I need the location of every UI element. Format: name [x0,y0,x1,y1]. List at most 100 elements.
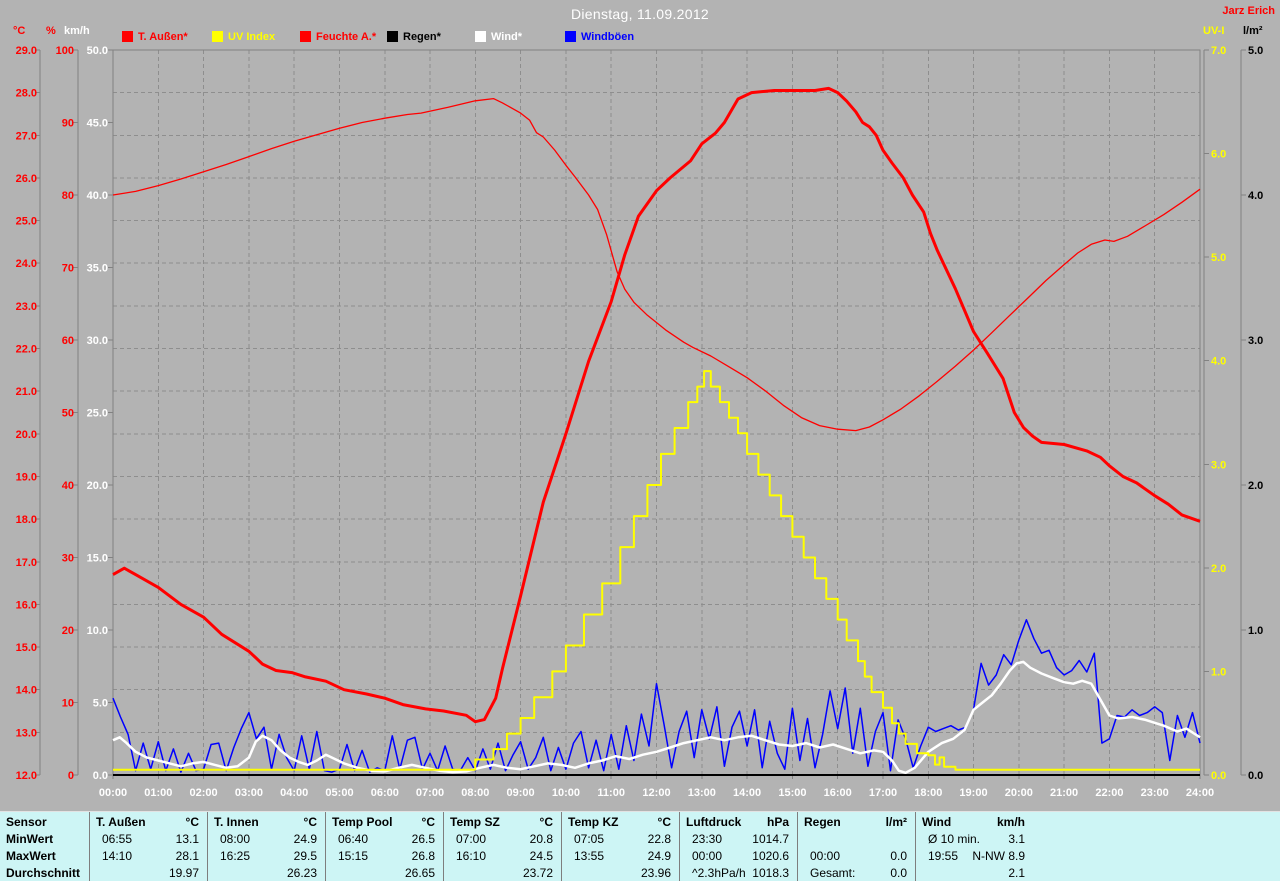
legend-label-feuchte-a: Feuchte A.* [316,31,377,43]
group-unit: °C [185,815,199,829]
svg-text:07:00: 07:00 [416,787,444,799]
legend-swatch-wind [475,31,486,42]
svg-text:21:00: 21:00 [1050,787,1078,799]
svg-text:24:00: 24:00 [1186,787,1214,799]
group-unit: °C [421,815,435,829]
svg-text:25.0: 25.0 [16,216,37,228]
svg-text:20.0: 20.0 [87,480,108,492]
cell-temp-kz-avg: 23.96 [562,865,679,881]
table-group-t-innen: T. Innen °C 08:00 24.9 16:25 29.5 26.23 [207,812,325,881]
svg-text:19.0: 19.0 [16,472,37,484]
legend-item-regen: Regen* [387,31,441,44]
svg-text:03:00: 03:00 [235,787,263,799]
svg-text:20.0: 20.0 [16,429,37,441]
svg-text:30.0: 30.0 [87,335,108,347]
cell-value: 29.5 [293,849,317,863]
svg-text:5.0: 5.0 [93,698,108,710]
axis-unit-rain: l/m² [1243,25,1263,37]
svg-text:3.0: 3.0 [1248,335,1263,347]
y-axis-rain: 5.0 4.0 3.0 2.0 1.0 0.0 [1240,45,1263,782]
svg-text:0.0: 0.0 [1211,770,1226,782]
cell-value: 24.5 [529,849,553,863]
svg-text:08:00: 08:00 [461,787,489,799]
cell-value: 28.1 [175,849,199,863]
svg-text:23.0: 23.0 [16,301,37,313]
legend-label-uv-index: UV Index [228,31,276,43]
cell-value: 22.8 [647,832,671,846]
svg-text:16:00: 16:00 [824,787,852,799]
cell-t-aussen-min: 06:55 13.1 [90,831,207,848]
group-name: Temp KZ [568,815,619,829]
svg-text:16.0: 16.0 [16,599,37,611]
svg-text:45.0: 45.0 [87,118,108,130]
cell-time: 19:55 [928,849,959,863]
stats-table: Sensor MinWert MaxWert Durchschnitt T. Außen… [0,811,1280,881]
cell-t-innen-max: 16:25 29.5 [208,848,325,865]
cell-value: N-NW 8.9 [972,849,1025,863]
legend-item-wind: Wind* [475,31,522,44]
svg-text:17:00: 17:00 [869,787,897,799]
svg-text:17.0: 17.0 [16,557,37,569]
svg-text:100: 100 [56,45,74,57]
axis-unit-uv: UV-I [1203,25,1225,37]
group-unit: l/m² [885,815,907,829]
svg-text:10: 10 [62,698,74,710]
svg-text:26.0: 26.0 [16,173,37,185]
cell-time: 14:10 [102,849,133,863]
cell-value: 13.1 [175,832,199,846]
legend-item-feuchte-a: Feuchte A.* [300,31,376,44]
y-axis-temp: 29.0 28.0 27.0 26.0 25.0 24.0 23.0 22.0 21.0 20.0… [16,45,41,782]
svg-text:01:00: 01:00 [144,787,172,799]
cell-value: 23.72 [522,866,553,880]
cell-luftdruck-max: 00:00 1020.6 [680,848,797,865]
cell-time [568,865,574,881]
svg-text:18.0: 18.0 [16,514,37,526]
svg-text:15:00: 15:00 [778,787,806,799]
svg-text:80: 80 [62,190,74,202]
y-axis-uv: 7.0 6.0 5.0 4.0 3.0 2.0 1.0 0.0 [1203,45,1226,782]
cell-value: 2.1 [1008,866,1025,880]
cell-value: 19.97 [168,866,199,880]
svg-text:15.0: 15.0 [16,642,37,654]
table-group-temp-kz: Temp KZ °C 07:05 22.8 13:55 24.9 23.96 [561,812,679,881]
cell-time: 23:30 [692,832,723,846]
svg-text:5.0: 5.0 [1248,45,1263,57]
cell-time [450,865,456,881]
cell-luftdruck-avg: ^2.3hPa/h 1018.3 [680,865,797,881]
cell-time: 00:00 [692,849,723,863]
cell-temp-sz-max: 16:10 24.5 [444,848,561,865]
group-header-luftdruck: Luftdruck hPa [680,814,797,831]
legend-swatch-t-aussen [122,31,133,42]
cell-value: 24.9 [647,849,671,863]
table-group-luftdruck: Luftdruck hPa 23:30 1014.7 00:00 1020.6 ^2.3hP… [679,812,797,881]
cell-value: 24.9 [293,832,317,846]
svg-text:25.0: 25.0 [87,408,108,420]
x-axis: 00:00 01:00 02:00 03:00 04:00 05:00 06:00 07:00… [99,775,1214,799]
svg-text:50: 50 [62,408,74,420]
group-name: Luftdruck [686,815,742,829]
row-label-2: MaxWert [6,849,56,863]
cell-temp-pool-min: 06:40 26.5 [326,831,443,848]
group-unit: hPa [766,815,789,829]
table-group-temp-sz: Temp SZ °C 07:00 20.8 16:10 24.5 23.72 [443,812,561,881]
cell-time: ^2.3hPa/h [692,866,746,880]
legend-swatch-feuchte-a [300,31,311,42]
legend-swatch-uv-index [212,31,223,42]
cell-time: 00:00 [810,849,841,863]
row-label-1: MinWert [6,832,54,846]
group-header-t-aussen: T. Außen °C [90,814,207,831]
svg-text:50.0: 50.0 [87,45,108,57]
svg-text:0: 0 [68,770,74,782]
cell-t-aussen-max: 14:10 28.1 [90,848,207,865]
weather-station-app: 00:00 01:00 02:00 03:00 04:00 05:00 06:00 07:00… [0,0,1280,881]
svg-text:02:00: 02:00 [190,787,218,799]
table-row-labels: Sensor MinWert MaxWert Durchschnitt [0,812,89,881]
svg-text:7.0: 7.0 [1211,45,1226,57]
svg-text:05:00: 05:00 [325,787,353,799]
svg-text:22:00: 22:00 [1095,787,1123,799]
svg-text:6.0: 6.0 [1211,149,1226,161]
cell-wind-max: 19:55 N-NW 8.9 [916,848,1033,865]
cell-wind-min: Ø 10 min. 3.1 [916,831,1033,848]
cell-time [96,865,102,881]
cell-value: 20.8 [529,832,553,846]
